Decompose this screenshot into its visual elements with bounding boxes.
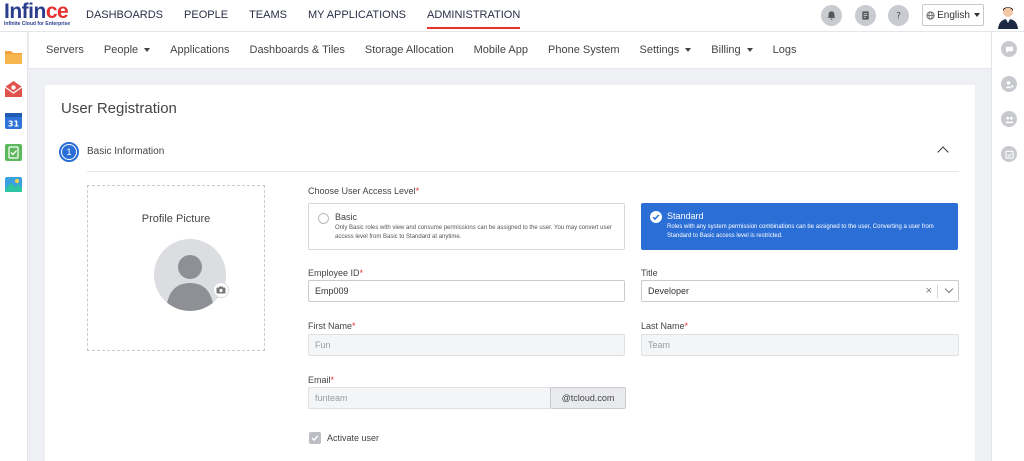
registration-card: User Registration 1 Basic Information Pr… [45,85,975,461]
avatar-placeholder-icon [154,239,226,311]
chevron-up-icon[interactable] [937,146,949,158]
access-level-label: Choose User Access Level* [308,186,420,196]
subnav-mobile-app[interactable]: Mobile App [474,44,528,56]
top-bar: Infince Infinite Cloud for Enterprise DA… [0,0,1024,32]
app-launcher-rail: 31 [0,32,28,461]
nav-dashboards[interactable]: DASHBOARDS [86,0,163,32]
profile-picture-upload[interactable]: Profile Picture [87,185,265,351]
language-label: English [937,9,970,21]
last-name-label: Last Name* [641,321,689,331]
check-circle-icon [650,211,662,223]
report-icon[interactable] [855,5,876,26]
nav-teams[interactable]: TEAMS [249,0,287,32]
title-select[interactable]: Developer × [641,280,959,302]
basic-description: Only Basic roles with view and consume p… [335,225,612,240]
radio-unchecked-icon [318,213,329,224]
email-input[interactable]: funteam [308,387,551,409]
chat-icon[interactable] [1001,41,1017,57]
folder-app-icon[interactable] [4,47,23,66]
step-indicator: 1 [59,142,79,162]
globe-icon [926,10,935,20]
contact-icon[interactable] [1001,76,1017,92]
basic-title: Basic [335,212,358,222]
calendar-day: 31 [8,120,20,129]
subnav-servers[interactable]: Servers [46,44,84,56]
clear-icon[interactable]: × [926,286,932,297]
section-title: Basic Information [87,146,165,157]
employee-id-label: Employee ID* [308,268,364,278]
subnav-dashboards-tiles[interactable]: Dashboards & Tiles [250,44,345,56]
main-nav: DASHBOARDS PEOPLE TEAMS MY APPLICATIONS … [86,0,541,32]
mail-app-icon[interactable] [4,80,23,99]
subnav-settings[interactable]: Settings [640,44,692,56]
first-name-input[interactable]: Fun [308,334,625,356]
chevron-down-icon[interactable] [944,284,954,294]
right-utility-rail [991,32,1024,461]
subnav-phone-system[interactable]: Phone System [548,44,620,56]
section-divider [87,171,959,172]
access-option-basic[interactable]: Basic Only Basic roles with view and con… [308,203,625,250]
help-icon[interactable]: ? [888,5,909,26]
title-value: Developer [648,286,690,296]
select-separator [937,285,938,298]
subnav-billing[interactable]: Billing [711,44,753,56]
first-name-label: First Name* [308,321,356,331]
logo-tagline: Infinite Cloud for Enterprise [4,21,71,27]
camera-icon[interactable] [213,282,229,298]
profile-picture-label: Profile Picture [141,213,211,225]
nav-administration[interactable]: ADMINISTRATION [426,0,521,32]
activate-user-checkbox[interactable] [309,432,321,444]
language-selector[interactable]: English [922,4,984,26]
subnav-logs[interactable]: Logs [773,44,797,56]
subnav-storage-allocation[interactable]: Storage Allocation [365,44,454,56]
last-name-input[interactable]: Team [641,334,959,356]
group-icon[interactable] [1001,111,1017,127]
email-domain-addon: @tcloud.com [550,387,626,409]
employee-id-input[interactable]: Emp009 [308,280,625,302]
infince-logo[interactable]: Infince Infinite Cloud for Enterprise [4,1,74,31]
admin-subnav: Servers People Applications Dashboards &… [29,32,991,69]
page-title: User Registration [61,100,177,117]
chevron-down-icon [746,48,753,53]
svg-text:?: ? [896,11,901,21]
standard-description: Roles with any system permission combina… [667,224,934,239]
email-label: Email* [308,375,335,385]
subnav-applications[interactable]: Applications [170,44,229,56]
calendar-check-icon[interactable] [1001,146,1017,162]
access-option-standard[interactable]: Standard Roles with any system permissio… [641,203,958,250]
user-avatar[interactable] [996,3,1020,29]
title-label: Title [641,268,658,278]
tasks-app-icon[interactable] [4,143,23,162]
standard-title: Standard [667,211,704,221]
chevron-down-icon [973,13,980,17]
subnav-people[interactable]: People [104,44,151,56]
calendar-app-icon[interactable]: 31 [4,111,23,130]
nav-people[interactable]: PEOPLE [184,0,228,32]
bell-icon[interactable] [821,5,842,26]
activate-user-label: Activate user [327,433,380,443]
chevron-down-icon [685,48,692,53]
photos-app-icon[interactable] [4,175,23,194]
nav-my-applications[interactable]: MY APPLICATIONS [308,0,406,32]
chevron-down-icon [144,48,151,53]
